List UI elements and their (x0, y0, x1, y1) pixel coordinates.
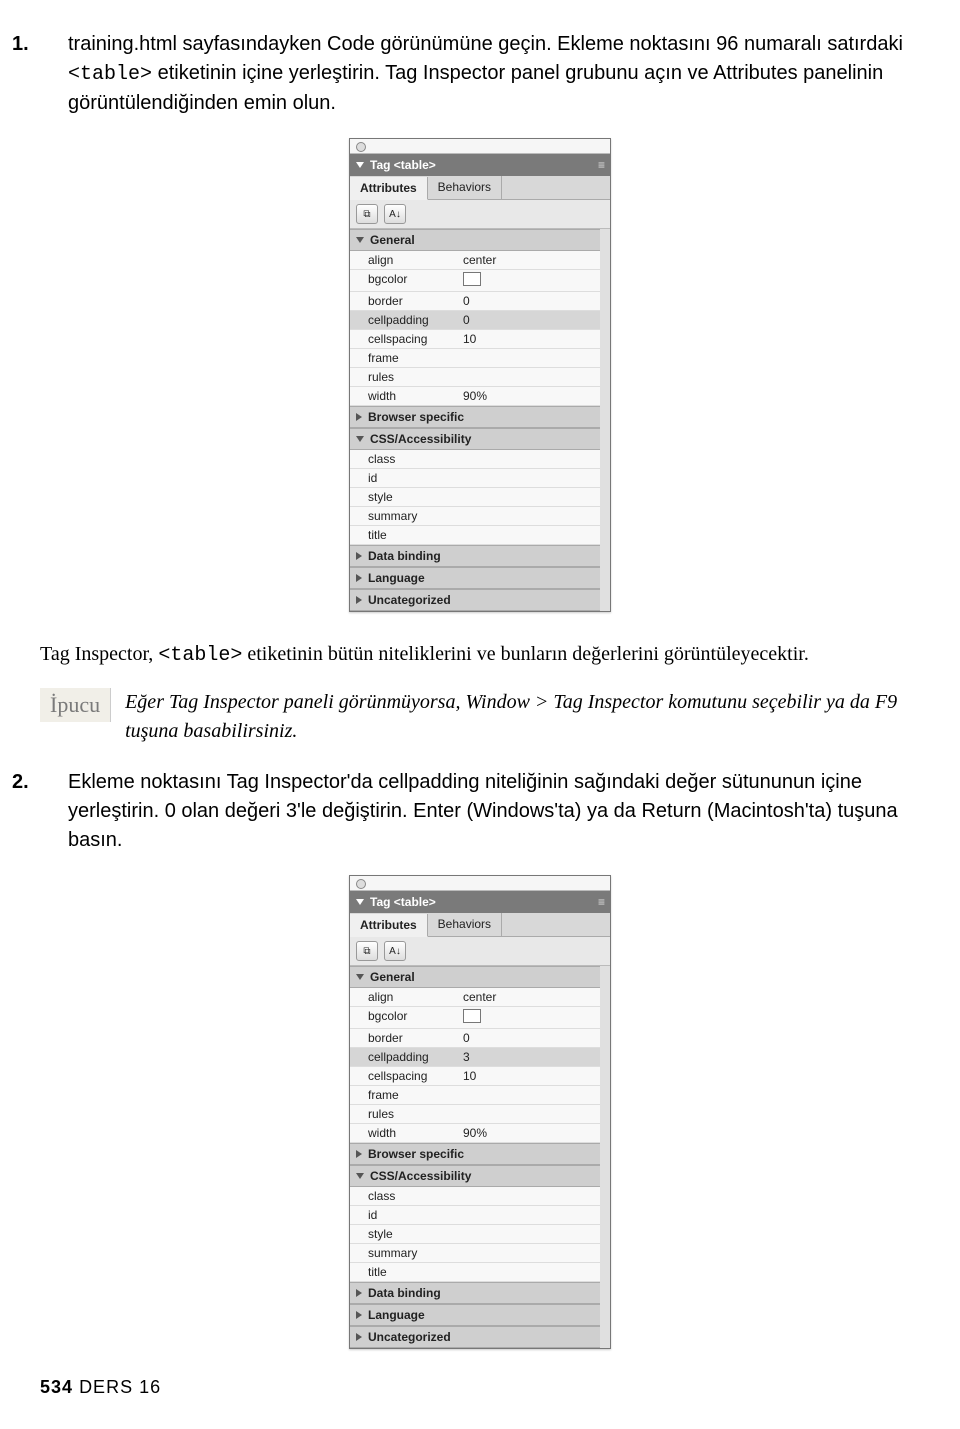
chevron-down-icon (356, 1173, 364, 1179)
chevron-down-icon (356, 436, 364, 442)
panel-titlebar: Tag <table> ≡ (350, 154, 610, 176)
scrollbar[interactable] (600, 229, 610, 611)
panel-toolbar: ⧉ A↓ (350, 937, 610, 966)
tip-text: Eğer Tag Inspector paneli görünmüyorsa, … (125, 688, 920, 746)
chevron-right-icon (356, 574, 362, 582)
attr-row[interactable]: frame (350, 349, 600, 368)
attr-row[interactable]: width90% (350, 1124, 600, 1143)
collapse-icon (356, 899, 364, 905)
section-uncategorized[interactable]: Uncategorized (350, 589, 600, 611)
step-1-text: training.html sayfasındayken Code görünü… (68, 33, 903, 114)
panel-toolbar: ⧉ A↓ (350, 200, 610, 229)
window-bar (350, 876, 610, 891)
tab-attributes[interactable]: Attributes (350, 914, 428, 937)
tag-inspector-panel: Tag <table> ≡ Attributes Behaviors ⧉ A↓ … (349, 875, 611, 1349)
step-number: 2. (40, 768, 68, 797)
color-swatch-icon[interactable] (463, 1009, 481, 1023)
close-icon (356, 142, 366, 152)
section-browser[interactable]: Browser specific (350, 406, 600, 428)
section-browser[interactable]: Browser specific (350, 1143, 600, 1165)
tab-behaviors[interactable]: Behaviors (428, 913, 502, 936)
scrollbar[interactable] (600, 966, 610, 1348)
panel-tabs: Attributes Behaviors (350, 913, 610, 937)
panel-tabs: Attributes Behaviors (350, 176, 610, 200)
attr-row-cellpadding[interactable]: cellpadding3 (350, 1048, 600, 1067)
attr-row[interactable]: title (350, 526, 600, 545)
attr-row[interactable]: cellspacing10 (350, 330, 600, 349)
chevron-down-icon (356, 237, 364, 243)
section-language[interactable]: Language (350, 567, 600, 589)
sort-button[interactable]: A↓ (384, 204, 406, 224)
tip-block: İpucu Eğer Tag Inspector paneli görünmüy… (40, 688, 920, 746)
panel-menu-icon: ≡ (598, 895, 604, 909)
attr-row[interactable]: style (350, 488, 600, 507)
attr-row[interactable]: summary (350, 1244, 600, 1263)
sort-button[interactable]: A↓ (384, 941, 406, 961)
panel-title: Tag <table> (370, 158, 436, 172)
attr-row-cellpadding[interactable]: cellpadding0 (350, 311, 600, 330)
tip-badge: İpucu (40, 688, 111, 722)
section-general[interactable]: General (350, 966, 600, 988)
category-view-button[interactable]: ⧉ (356, 204, 378, 224)
panel-figure-1: Tag <table> ≡ Attributes Behaviors ⧉ A↓ … (40, 138, 920, 612)
code-literal: <table> (68, 63, 152, 86)
section-data-binding[interactable]: Data binding (350, 1282, 600, 1304)
collapse-icon (356, 162, 364, 168)
section-uncategorized[interactable]: Uncategorized (350, 1326, 600, 1348)
close-icon (356, 879, 366, 889)
code-literal: <table> (158, 644, 242, 667)
page-number: 534 (40, 1377, 73, 1397)
attr-row[interactable]: id (350, 1206, 600, 1225)
chevron-right-icon (356, 1333, 362, 1341)
attr-row[interactable]: style (350, 1225, 600, 1244)
attr-row[interactable]: rules (350, 368, 600, 387)
chevron-right-icon (356, 413, 362, 421)
page-footer: 534 DERS 16 (40, 1377, 920, 1398)
attr-row[interactable]: bgcolor (350, 270, 600, 292)
chevron-right-icon (356, 1150, 362, 1158)
attr-row[interactable]: frame (350, 1086, 600, 1105)
attr-row[interactable]: summary (350, 507, 600, 526)
body-paragraph: Tag Inspector, <table> etiketinin bütün … (40, 640, 920, 670)
chevron-right-icon (356, 1289, 362, 1297)
window-bar (350, 139, 610, 154)
tab-attributes[interactable]: Attributes (350, 177, 428, 200)
section-css[interactable]: CSS/Accessibility (350, 428, 600, 450)
chapter-label: DERS 16 (79, 1377, 161, 1397)
tab-behaviors[interactable]: Behaviors (428, 176, 502, 199)
attr-row[interactable]: cellspacing10 (350, 1067, 600, 1086)
chevron-down-icon (356, 974, 364, 980)
panel-title: Tag <table> (370, 895, 436, 909)
section-language[interactable]: Language (350, 1304, 600, 1326)
step-number: 1. (40, 30, 68, 59)
attr-row[interactable]: id (350, 469, 600, 488)
section-data-binding[interactable]: Data binding (350, 545, 600, 567)
attr-row[interactable]: width90% (350, 387, 600, 406)
tag-inspector-panel: Tag <table> ≡ Attributes Behaviors ⧉ A↓ … (349, 138, 611, 612)
step-2-text: Ekleme noktasını Tag Inspector'da cellpa… (68, 771, 898, 851)
attr-row[interactable]: rules (350, 1105, 600, 1124)
category-view-button[interactable]: ⧉ (356, 941, 378, 961)
attr-row[interactable]: title (350, 1263, 600, 1282)
section-general[interactable]: General (350, 229, 600, 251)
chevron-right-icon (356, 552, 362, 560)
attr-row[interactable]: aligncenter (350, 988, 600, 1007)
attr-row[interactable]: class (350, 450, 600, 469)
panel-figure-2: Tag <table> ≡ Attributes Behaviors ⧉ A↓ … (40, 875, 920, 1349)
section-css[interactable]: CSS/Accessibility (350, 1165, 600, 1187)
attr-row[interactable]: class (350, 1187, 600, 1206)
panel-titlebar: Tag <table> ≡ (350, 891, 610, 913)
chevron-right-icon (356, 1311, 362, 1319)
chevron-right-icon (356, 596, 362, 604)
color-swatch-icon[interactable] (463, 272, 481, 286)
attr-row[interactable]: bgcolor (350, 1007, 600, 1029)
attr-row[interactable]: border0 (350, 292, 600, 311)
attr-row[interactable]: border0 (350, 1029, 600, 1048)
panel-menu-icon: ≡ (598, 158, 604, 172)
step-2: 2.Ekleme noktasını Tag Inspector'da cell… (40, 768, 920, 855)
step-1: 1.training.html sayfasındayken Code görü… (40, 30, 920, 118)
attr-row[interactable]: aligncenter (350, 251, 600, 270)
